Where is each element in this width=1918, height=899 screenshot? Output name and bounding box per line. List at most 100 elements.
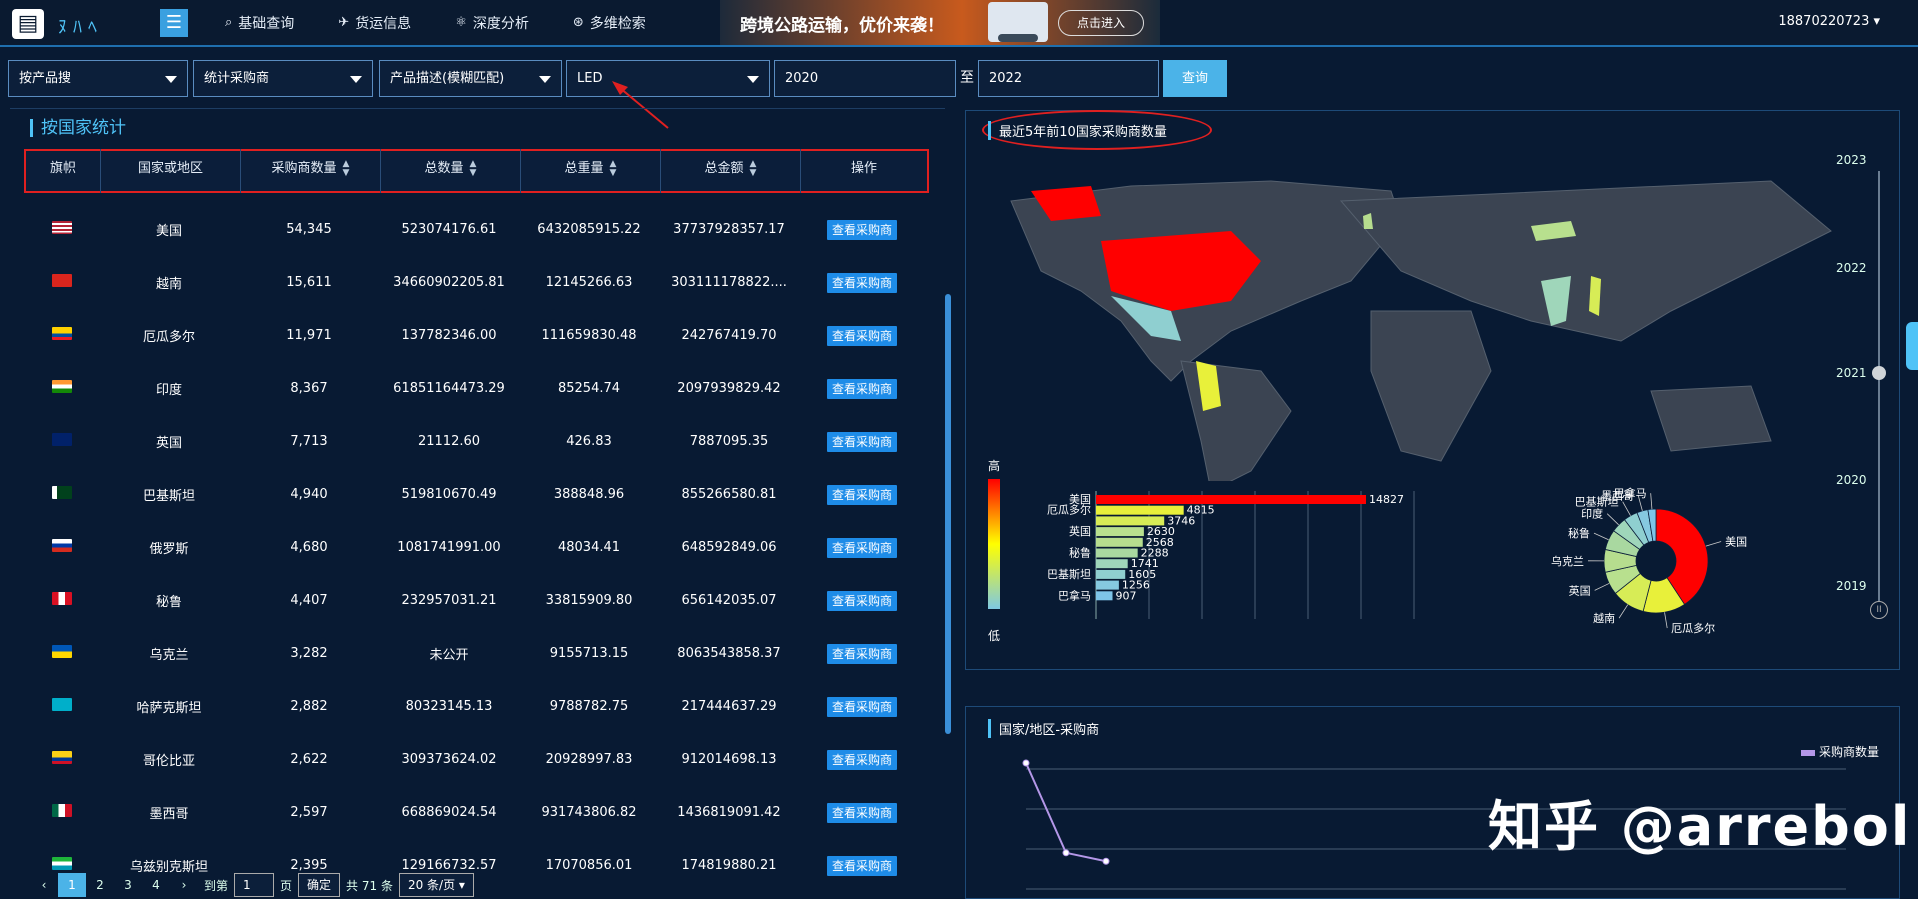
select-value: 统计采购商 xyxy=(204,71,270,86)
select-value: 产品描述(模糊匹配) xyxy=(390,71,505,86)
nav-freight-info[interactable]: ✈ 货运信息 xyxy=(338,0,411,45)
page-1[interactable]: 1 xyxy=(58,873,86,897)
prev-page-icon[interactable]: ‹ xyxy=(30,878,58,892)
view-buyers-button[interactable]: 查看采购商 xyxy=(827,378,897,399)
bar-category-label: 秘鲁 xyxy=(1069,546,1091,560)
logo-text: ﾇﾊﾍ xyxy=(58,17,103,38)
view-buyers-button[interactable]: 查看采购商 xyxy=(827,802,897,823)
banner-enter-button[interactable]: 点击进入 xyxy=(1058,10,1144,36)
view-buyers-button[interactable]: 查看采购商 xyxy=(827,696,897,717)
to-label: 至 xyxy=(960,70,974,86)
donut-leader-line xyxy=(1705,541,1722,547)
goto-page-input[interactable]: 1 xyxy=(234,873,275,897)
year-timeline[interactable]: 2023 2022 2021 2020 2019 II xyxy=(1836,151,1896,631)
nav-basic-query[interactable]: ⌕ 基础查询 xyxy=(225,0,294,45)
page-4[interactable]: 4 xyxy=(142,878,170,892)
bar[interactable] xyxy=(1096,559,1128,569)
sort-icon[interactable]: ▲ ▼ xyxy=(343,159,350,178)
filter-bar: 按产品搜 统计采购商 产品描述(模糊匹配) LED 2020 至 2022 查询 xyxy=(0,57,1910,99)
view-buyers-button[interactable]: 查看采购商 xyxy=(827,219,897,240)
view-buyers-button[interactable]: 查看采购商 xyxy=(827,325,897,346)
amount-cell: 912014698.13 xyxy=(681,752,777,767)
view-buyers-button[interactable]: 查看采购商 xyxy=(827,484,897,505)
bar[interactable] xyxy=(1096,591,1113,601)
flag-icon xyxy=(24,486,99,503)
donut-label: 英国 xyxy=(1569,583,1591,597)
nav-deep-analysis[interactable]: ⚛ 深度分析 xyxy=(455,0,529,45)
promo-banner[interactable]: 跨境公路运输，优价来袭！ 点击进入 xyxy=(720,0,1160,45)
table-scrollbar[interactable] xyxy=(945,294,951,734)
col-weight[interactable]: 总重量 ▲ ▼ xyxy=(521,149,661,193)
bar[interactable] xyxy=(1096,569,1126,579)
color-scale[interactable] xyxy=(988,479,1000,609)
view-buyers-button[interactable]: 查看采购商 xyxy=(827,590,897,611)
view-buyers-button[interactable]: 查看采购商 xyxy=(827,749,897,770)
view-buyers-button[interactable]: 查看采购商 xyxy=(827,537,897,558)
caret-down-icon xyxy=(747,76,759,83)
bar[interactable] xyxy=(1096,527,1144,537)
query-button[interactable]: 查询 xyxy=(1163,60,1227,97)
flag-icon xyxy=(24,380,99,397)
page-size-select[interactable]: 20 条/页 ▾ xyxy=(398,873,474,897)
goto-confirm-button[interactable]: 确定 xyxy=(298,873,341,897)
year-2019[interactable]: 2019 xyxy=(1836,579,1867,593)
timeline-knob[interactable] xyxy=(1872,366,1886,380)
bar-value-label: 14827 xyxy=(1369,493,1404,506)
col-label: 总金额 xyxy=(704,161,744,176)
sort-icon[interactable]: ▲ ▼ xyxy=(750,159,757,178)
nav-multi-search[interactable]: ⊛ 多维检索 xyxy=(573,0,646,45)
bar[interactable] xyxy=(1096,548,1138,558)
line-point[interactable] xyxy=(1062,849,1070,857)
next-page-icon[interactable]: › xyxy=(170,878,198,892)
weight-cell: 12145266.63 xyxy=(545,275,633,290)
col-amount[interactable]: 总金额 ▲ ▼ xyxy=(661,149,801,193)
year-to-input[interactable]: 2022 xyxy=(978,60,1159,97)
col-buyers[interactable]: 采购商数量 ▲ ▼ xyxy=(241,149,381,193)
sort-icon[interactable]: ▲ ▼ xyxy=(470,159,477,178)
bar[interactable] xyxy=(1096,516,1165,526)
action-cell: 查看采购商 xyxy=(799,325,925,346)
match-mode-select[interactable]: 产品描述(模糊匹配) xyxy=(379,60,562,97)
action-cell: 查看采购商 xyxy=(799,643,925,664)
country-cell: 乌克兰 xyxy=(149,648,189,663)
bar[interactable] xyxy=(1096,580,1119,590)
side-expand-tab[interactable] xyxy=(1906,322,1918,370)
view-buyers-button[interactable]: 查看采购商 xyxy=(827,272,897,293)
menu-icon[interactable]: ☰ xyxy=(160,9,188,37)
year-from-input[interactable]: 2020 xyxy=(774,60,956,97)
bar[interactable] xyxy=(1096,495,1366,504)
year-2021[interactable]: 2021 xyxy=(1836,366,1867,380)
line-point[interactable] xyxy=(1102,857,1110,865)
bar[interactable] xyxy=(1096,505,1184,515)
country-cell: 英国 xyxy=(155,436,182,451)
flag-vn-icon xyxy=(51,274,72,287)
map-title: 最近5年前10国家采购商数量 xyxy=(988,121,1167,140)
logo[interactable]: ▤ xyxy=(12,9,44,39)
year-2020[interactable]: 2020 xyxy=(1836,473,1867,487)
country-cell: 秘鲁 xyxy=(155,595,182,610)
pause-icon[interactable]: II xyxy=(1870,601,1888,619)
world-map[interactable] xyxy=(971,161,1841,481)
col-qty[interactable]: 总数量 ▲ ▼ xyxy=(381,149,521,193)
table-header: 旗帜 国家或地区 采购商数量 ▲ ▼ 总数量 ▲ ▼ 总重量 ▲ ▼ 总金额 ▲ ▼ 操作 xyxy=(24,149,929,193)
stat-mode-select[interactable]: 统计采购商 xyxy=(193,60,373,97)
search-mode-select[interactable]: 按产品搜 xyxy=(8,60,188,97)
view-buyers-button[interactable]: 查看采购商 xyxy=(827,643,897,664)
user-account-menu[interactable]: 18870220723 ▾ xyxy=(1778,14,1880,29)
sort-icon[interactable]: ▲ ▼ xyxy=(610,159,617,178)
col-country: 国家或地区 xyxy=(101,149,241,193)
year-2023[interactable]: 2023 xyxy=(1836,153,1867,167)
view-buyers-button[interactable]: 查看采购商 xyxy=(827,431,897,452)
total-count: 共 71 条 xyxy=(346,878,393,893)
year-2022[interactable]: 2022 xyxy=(1836,261,1867,275)
view-buyers-button[interactable]: 查看采购商 xyxy=(827,855,897,876)
country-cell: 墨西哥 xyxy=(149,807,189,822)
keyword-select[interactable]: LED xyxy=(566,60,770,97)
donut-leader-line xyxy=(1618,604,1629,619)
line-legend[interactable]: 采购商数量 xyxy=(1800,743,1879,760)
page-3[interactable]: 3 xyxy=(114,878,142,892)
page-2[interactable]: 2 xyxy=(86,878,114,892)
line-point[interactable] xyxy=(1022,759,1030,767)
bar[interactable] xyxy=(1096,537,1143,547)
qty-cell: 309373624.02 xyxy=(401,752,497,767)
